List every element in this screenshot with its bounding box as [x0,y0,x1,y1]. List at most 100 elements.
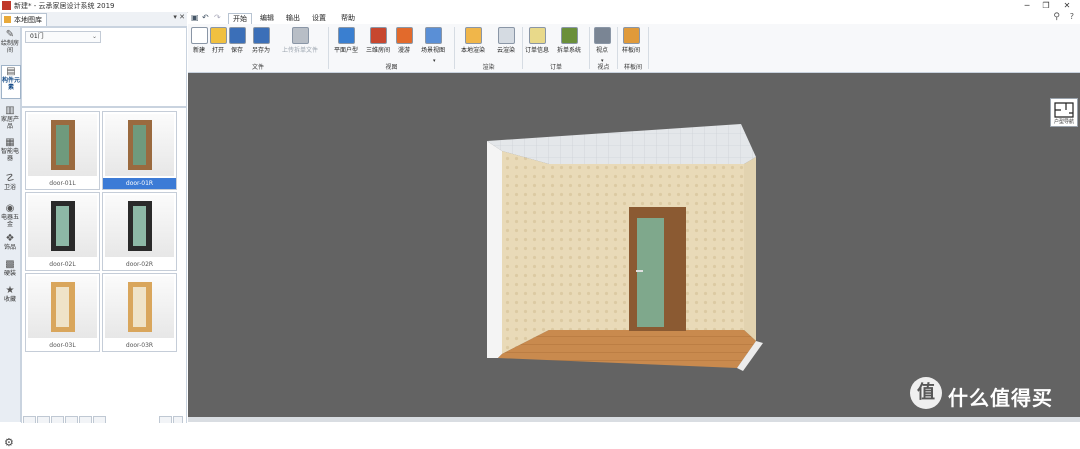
menu-item[interactable]: 输出 [282,13,304,24]
viewport-scrollbar[interactable] [188,417,1080,422]
ribbon-button-label: 云渲染 [496,47,515,54]
product-thumbnail[interactable]: door-03R [102,273,177,352]
dropdown-arrow-icon[interactable]: ▾ [601,58,604,64]
ribbon-button[interactable]: 本地渲染 [458,27,488,57]
category-label: 卫浴 [3,184,16,191]
category-filter-select[interactable]: 01门 ⌄ [25,31,101,43]
product-thumbnail[interactable]: door-02R [102,192,177,271]
restore-button[interactable]: ❐ [1036,0,1056,12]
product-grid: door-01L door-01R door-02L door-02R door-03L… [21,107,187,423]
ribbon-button[interactable]: 场景视图 [418,27,448,57]
product-caption: door-03R [125,342,154,349]
menu-item[interactable]: 编辑 [256,13,278,24]
ribbon-group-label: 渲染 [482,64,495,71]
undo-icon[interactable]: ↶ [202,13,209,22]
door-preview-pane [56,206,69,246]
user-icon[interactable]: ⚲ [1053,12,1060,22]
ribbon-group-label: 订单 [549,64,562,71]
door-preview-pane [133,206,146,246]
ribbon-button-label: 三维房间 [365,47,390,54]
3d-viewport[interactable]: 户型导航 值 什么值得买 [188,73,1080,417]
ribbon-button[interactable]: 另存为 [250,27,272,57]
tab-local-library[interactable]: 本地图库 [1,13,47,26]
minimize-button[interactable]: ─ [1017,0,1037,12]
category-label: 绘制房间 [1,40,20,54]
floorplan-navigator-button[interactable]: 户型导航 [1050,98,1078,127]
room-scene[interactable] [188,73,1080,417]
category-tab[interactable]: ▥ 家居产品 [1,105,19,131]
ribbon-button-label: 平面户型 [333,47,358,54]
category-icon: ◉ [5,203,15,214]
product-thumbnail[interactable]: door-02L [25,192,100,271]
ribbon-group-label: 文件 [251,64,264,71]
floorplan-navigator-label: 户型导航 [1053,119,1074,125]
category-tab[interactable]: ▤ 构件元素 [1,65,21,99]
category-tab[interactable]: ❖ 饰品 [1,233,19,253]
door-preview [51,201,75,251]
door-preview [51,120,75,170]
category-icon: ▩ [5,259,15,270]
category-icon: ❖ [5,233,15,244]
door-preview-pane [56,125,69,165]
ribbon-button[interactable]: 上传拆单文件 [276,27,324,57]
door-preview-pane [133,125,146,165]
ribbon-button-label: 拆单系统 [556,47,581,54]
product-thumbnail[interactable]: door-01R [102,111,177,190]
category-tab[interactable]: ▦ 智能电器 [1,137,19,167]
ribbon-button-label: 新建 [192,47,205,54]
category-label: 饰品 [3,244,16,251]
product-thumbnail[interactable]: door-03L [25,273,100,352]
category-tab[interactable]: ▩ 硬装 [1,259,19,279]
scene-view-icon [424,27,442,44]
close-button[interactable]: ✕ [1057,0,1077,12]
ribbon-button[interactable]: 打开 [210,27,227,57]
ribbon-button[interactable]: 云渲染 [494,27,518,57]
product-image [28,114,97,176]
ribbon-button[interactable]: 新建 [191,27,208,57]
category-sidebar: ✎ 绘制房间 ▤ 构件元素 ▥ 家居产品 ▦ 智能电器 ☡ 卫浴 ◉ 电器五金 ❖ 饰品 ▩ 硬装 ★ 收藏 ⚙ [0,27,21,449]
door-preview [128,201,152,251]
save-quick-icon[interactable]: ▣ [191,13,199,22]
ribbon-group-label: 样板间 [623,64,642,71]
help-icon[interactable]: ? [1070,12,1074,21]
category-tab[interactable]: ★ 收藏 [1,285,19,307]
ribbon-button[interactable]: 保存 [229,27,246,57]
tab-local-library-label: 本地图库 [14,16,42,24]
category-tab[interactable]: ◉ 电器五金 [1,203,19,228]
product-image [105,195,174,257]
ribbon-button[interactable]: 漫游 [394,27,414,57]
ribbon-button-label: 样板间 [621,47,640,54]
door-glass-pane [637,218,664,327]
grid-toolbar [21,416,185,423]
ribbon-button-label: 另存为 [251,47,270,54]
product-caption: door-01L [49,180,76,187]
redo-icon[interactable]: ↷ [214,13,221,22]
panel-pin-close-icon[interactable]: ▾ ✕ [173,13,185,21]
ribbon-button[interactable]: 拆单系统 [554,27,584,57]
ribbon-button[interactable]: 样板间 [619,27,643,57]
new-file-icon [191,27,208,44]
ribbon-button[interactable]: 订单信息 [524,27,550,57]
ribbon-button[interactable]: 平面户型 [332,27,360,57]
category-label: 收藏 [3,296,16,303]
category-label: 家居产品 [1,116,20,130]
category-label: 构件元素 [2,77,21,91]
category-icon: ▥ [5,105,15,116]
folder-icon [4,16,11,23]
menu-item[interactable]: 帮助 [337,13,359,24]
category-tab[interactable]: ✎ 绘制房间 [1,29,19,57]
gear-icon[interactable]: ⚙ [4,436,14,449]
product-thumbnail[interactable]: door-01L [25,111,100,190]
ribbon-button[interactable]: 视点 [591,27,613,57]
product-image [105,276,174,338]
dropdown-arrow-icon[interactable]: ▾ [433,58,436,64]
category-label: 智能电器 [1,148,20,162]
category-tab[interactable]: ☡ 卫浴 [1,173,19,197]
local-render-icon [464,27,482,44]
ribbon-button-label: 场景视图 [420,47,445,54]
split-order-icon [560,27,578,44]
ribbon-button-label: 漫游 [397,47,410,54]
menu-item[interactable]: 设置 [308,13,330,24]
ribbon-button[interactable]: 三维房间 [364,27,392,57]
save-icon [229,27,246,44]
